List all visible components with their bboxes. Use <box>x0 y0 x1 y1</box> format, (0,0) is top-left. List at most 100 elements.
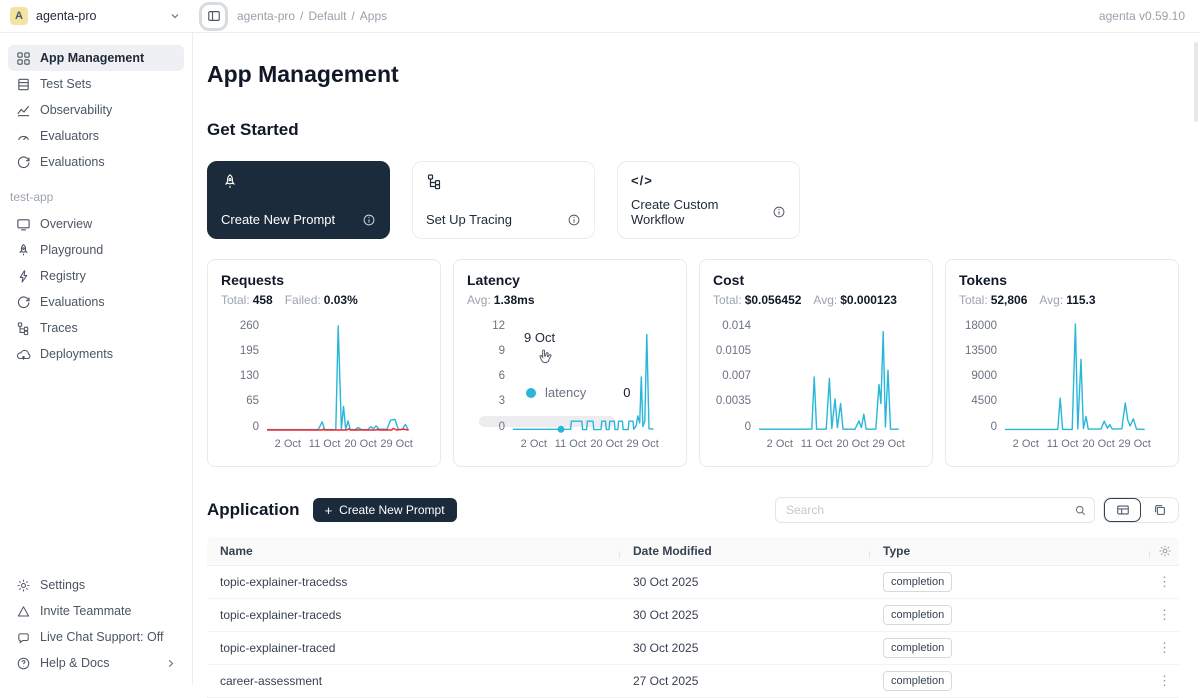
sidebar-footer: Settings Invite Teammate Live Chat Suppo… <box>8 572 184 676</box>
sidebar-item-label: Settings <box>40 578 85 592</box>
column-header-name[interactable]: Name <box>207 544 620 558</box>
application-header: Application + Create New Prompt <box>207 497 1179 523</box>
trace-tree-icon <box>16 321 31 336</box>
date-modified: 27 Oct 2025 <box>620 674 870 688</box>
column-header-type[interactable]: Type <box>870 544 1150 558</box>
y-axis: 1800013500900045000 <box>959 321 1005 433</box>
type-badge: completion <box>883 638 952 658</box>
monitor-icon <box>16 217 31 232</box>
metrics-charts: Requests Total:458 Failed:0.03% 26019513… <box>207 259 1179 467</box>
app-name[interactable]: topic-explainer-traceds <box>207 608 620 622</box>
y-axis: 0.0140.01050.0070.00350 <box>713 321 759 433</box>
sidebar-item-evaluators[interactable]: Evaluators <box>8 123 184 149</box>
cloud-icon <box>16 347 31 362</box>
latency-chart-card: Latency Avg:1.38ms 129630 2 Oct 11 Oct 2… <box>453 259 687 467</box>
test-sets-icon <box>16 77 31 92</box>
workspace-name: agenta-pro <box>36 9 161 23</box>
table-row[interactable]: topic-explainer-tracedss 30 Oct 2025 com… <box>207 566 1179 599</box>
breadcrumb-item[interactable]: agenta-pro <box>237 9 295 23</box>
table-row[interactable]: topic-explainer-traceds 30 Oct 2025 comp… <box>207 599 1179 632</box>
chart-stats: Total:52,806 Avg:115.3 <box>959 293 1170 307</box>
info-icon[interactable] <box>362 213 376 227</box>
create-new-prompt-card[interactable]: Create New Prompt <box>207 161 390 239</box>
chart-tooltip-row: latency 0 <box>524 384 632 401</box>
rocket-icon <box>221 173 239 191</box>
sidebar-toggle-button[interactable] <box>202 5 225 28</box>
x-axis: 2 Oct 11 Oct 20 Oct 29 Oct <box>513 435 673 451</box>
create-custom-workflow-card[interactable]: </> Create Custom Workflow <box>617 161 800 239</box>
help-circle-icon <box>16 656 31 671</box>
type-badge: completion <box>883 572 952 592</box>
breadcrumb-item[interactable]: Default <box>308 9 346 23</box>
sidebar-item-deployments[interactable]: Deployments <box>8 341 184 367</box>
main-content: App Management Get Started Create New Pr… <box>193 33 1200 684</box>
row-menu-button[interactable]: ⋮ <box>1158 673 1171 688</box>
row-menu-button[interactable]: ⋮ <box>1158 574 1171 589</box>
sidebar-item-observability[interactable]: Observability <box>8 97 184 123</box>
app-name[interactable]: topic-explainer-tracedss <box>207 575 620 589</box>
card-label: Set Up Tracing <box>426 212 512 227</box>
sidebar-item-label: Observability <box>40 103 112 117</box>
sidebar-item-test-sets[interactable]: Test Sets <box>8 71 184 97</box>
sidebar-item-settings[interactable]: Settings <box>8 572 184 598</box>
table-view-button[interactable] <box>1104 498 1141 522</box>
row-menu-button[interactable]: ⋮ <box>1158 607 1171 622</box>
info-icon[interactable] <box>772 205 786 219</box>
tokens-chart-card: Tokens Total:52,806 Avg:115.3 1800013500… <box>945 259 1179 467</box>
sidebar-item-evaluations-app[interactable]: Evaluations <box>8 289 184 315</box>
chart-title: Tokens <box>959 272 1170 288</box>
sidebar-item-label: Traces <box>40 321 78 335</box>
app-name[interactable]: career-assessment <box>207 674 620 688</box>
breadcrumb[interactable]: agenta-pro / Default / Apps <box>237 9 387 23</box>
card-view-button[interactable] <box>1141 498 1178 522</box>
trace-tree-icon <box>426 173 444 191</box>
column-settings-button[interactable] <box>1150 544 1179 558</box>
search-input[interactable] <box>776 503 1066 517</box>
sidebar-item-label: Live Chat Support: Off <box>40 630 163 644</box>
workspace-selector[interactable]: A agenta-pro <box>0 7 193 25</box>
sidebar-item-help-docs[interactable]: Help & Docs <box>8 650 184 676</box>
sidebar-item-evaluations[interactable]: Evaluations <box>8 149 184 175</box>
sidebar-item-label: Evaluations <box>40 155 105 169</box>
breadcrumb-separator: / <box>300 9 303 23</box>
sidebar-item-playground[interactable]: Playground <box>8 237 184 263</box>
search-icon[interactable] <box>1066 498 1094 522</box>
sidebar-item-invite-teammate[interactable]: Invite Teammate <box>8 598 184 624</box>
y-axis: 260195130650 <box>221 321 267 433</box>
chart-stats: Avg:1.38ms <box>467 293 678 307</box>
cost-plot[interactable] <box>759 321 919 433</box>
date-modified: 30 Oct 2025 <box>620 608 870 622</box>
sidebar-item-registry[interactable]: Registry <box>8 263 184 289</box>
lightning-icon <box>16 269 31 284</box>
scrollbar-thumb[interactable] <box>1194 42 1198 122</box>
sidebar-item-overview[interactable]: Overview <box>8 211 184 237</box>
gauge-arrow-icon <box>16 295 31 310</box>
sidebar-item-label: Deployments <box>40 347 113 361</box>
table-view-icon <box>1116 503 1130 517</box>
date-modified: 30 Oct 2025 <box>620 575 870 589</box>
row-menu-button[interactable]: ⋮ <box>1158 640 1171 655</box>
column-header-date-modified[interactable]: Date Modified <box>620 544 870 558</box>
sidebar-item-live-chat-support[interactable]: Live Chat Support: Off <box>8 624 184 650</box>
code-icon: </> <box>631 173 786 188</box>
create-new-prompt-button[interactable]: + Create New Prompt <box>313 498 457 522</box>
plus-icon: + <box>325 504 333 517</box>
sidebar-item-traces[interactable]: Traces <box>8 315 184 341</box>
table-row[interactable]: career-assessment 27 Oct 2025 completion… <box>207 665 1179 698</box>
hand-cursor-icon <box>537 348 554 368</box>
breadcrumb-item[interactable]: Apps <box>360 9 387 23</box>
tokens-plot[interactable] <box>1005 321 1165 433</box>
chart-title: Cost <box>713 272 924 288</box>
app-name[interactable]: topic-explainer-traced <box>207 641 620 655</box>
search-box <box>775 497 1095 523</box>
sidebar-item-app-management[interactable]: App Management <box>8 45 184 71</box>
type-badge: completion <box>883 605 952 625</box>
table-row[interactable]: topic-explainer-traced 30 Oct 2025 compl… <box>207 632 1179 665</box>
series-label: latency <box>545 385 586 400</box>
info-icon[interactable] <box>567 213 581 227</box>
chart-tooltip-date: 9 Oct <box>524 330 555 345</box>
application-title: Application <box>207 500 300 520</box>
set-up-tracing-card[interactable]: Set Up Tracing <box>412 161 595 239</box>
sidebar-item-label: Evaluations <box>40 295 105 309</box>
requests-plot[interactable] <box>267 321 427 433</box>
